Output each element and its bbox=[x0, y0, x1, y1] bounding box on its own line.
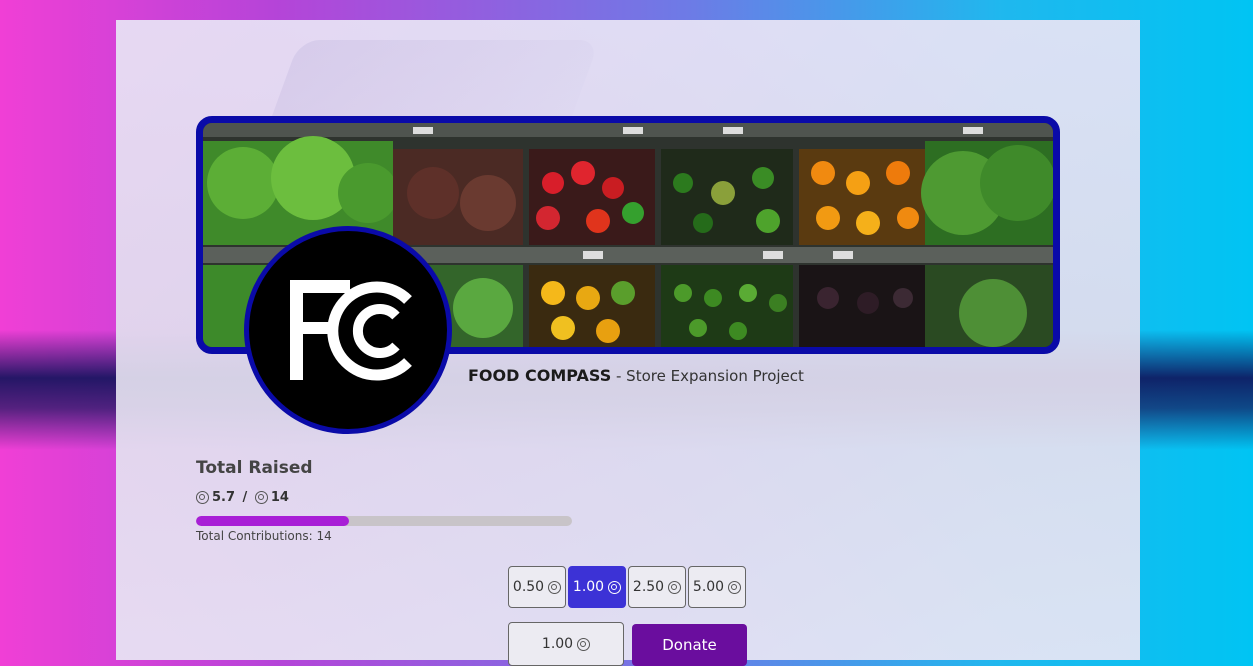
heading-separator: - bbox=[611, 367, 627, 385]
progress-fill bbox=[196, 516, 350, 526]
coin-icon bbox=[196, 491, 209, 504]
total-raised-title: Total Raised bbox=[196, 458, 313, 478]
fc-logo-icon bbox=[290, 280, 412, 381]
coin-icon bbox=[548, 580, 562, 594]
coin-icon bbox=[608, 580, 622, 594]
preset-amounts: 0.50 1.00 2.50 5.00 bbox=[508, 566, 746, 608]
coin-icon bbox=[254, 491, 268, 504]
custom-amount-value: 1.00 bbox=[541, 636, 574, 652]
amount-option-1-00[interactable]: 1.00 bbox=[568, 566, 626, 608]
raised-value: 5.7 bbox=[212, 490, 236, 505]
raised-amount: 5.7 / 14 bbox=[196, 490, 289, 505]
amount-label: 5.00 bbox=[692, 579, 725, 595]
coin-icon bbox=[668, 580, 682, 594]
amount-label: 2.50 bbox=[632, 579, 665, 595]
project-heading: FOOD COMPASS - Store Expansion Project bbox=[468, 366, 804, 385]
amount-label: 0.50 bbox=[512, 579, 545, 595]
coin-icon bbox=[728, 580, 742, 594]
total-contributions: Total Contributions: 14 bbox=[196, 529, 332, 543]
custom-amount-field[interactable]: 1.00 bbox=[508, 622, 624, 666]
organization-name: FOOD COMPASS bbox=[468, 366, 612, 385]
funding-progress-bar bbox=[196, 516, 572, 526]
amount-label: 1.00 bbox=[572, 579, 605, 595]
amount-option-5-00[interactable]: 5.00 bbox=[688, 566, 746, 608]
coin-icon bbox=[577, 637, 591, 651]
goal-value: 14 bbox=[270, 490, 289, 505]
project-name: Store Expansion Project bbox=[626, 367, 804, 385]
amount-option-0-50[interactable]: 0.50 bbox=[508, 566, 566, 608]
organization-logo bbox=[244, 226, 452, 434]
raised-divider: / bbox=[238, 490, 252, 505]
amount-option-2-50[interactable]: 2.50 bbox=[628, 566, 686, 608]
